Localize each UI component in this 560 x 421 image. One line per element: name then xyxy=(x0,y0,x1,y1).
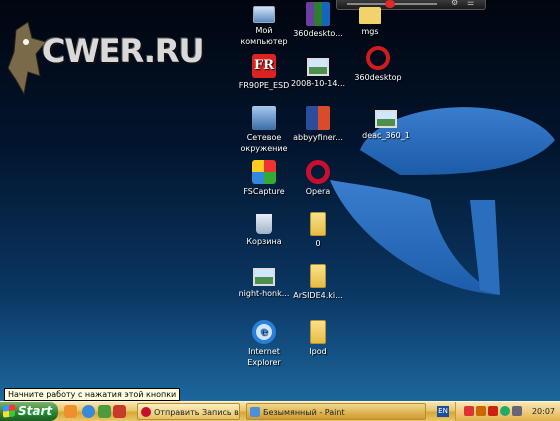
start-button[interactable]: Start xyxy=(0,402,58,421)
desktop-icon-night-honk[interactable]: night-honk... xyxy=(234,264,294,299)
desktop-icon-360desktop[interactable]: 360desktop xyxy=(348,46,408,83)
folder-icon xyxy=(310,212,326,236)
desktop-icon-arside4[interactable]: ArSIDE4.ki... xyxy=(288,264,348,301)
quicklaunch-app2-icon[interactable] xyxy=(113,405,126,418)
desktop-icon-internet-explorer[interactable]: e Internet Explorer xyxy=(234,320,294,368)
desktop-icon-0[interactable]: 0 xyxy=(288,212,348,249)
start-label: Start xyxy=(18,404,53,418)
fr-app-icon: FR xyxy=(252,54,276,78)
start-tooltip: Начните работу с нажатия этой кнопки xyxy=(4,388,181,401)
task-label: Отправить Запись в ... xyxy=(154,408,240,417)
menu-icon[interactable]: ☰ xyxy=(467,0,474,7)
taskbar-item-paint[interactable]: Безымянный - Paint xyxy=(246,403,426,420)
image-file-icon xyxy=(375,110,397,128)
desktop-icon-abbyyfiner[interactable]: abbyyfiner... xyxy=(288,106,348,143)
network-icon xyxy=(252,106,276,130)
quicklaunch-app-icon[interactable] xyxy=(98,405,111,418)
brand-logo: CWER.RU xyxy=(0,20,220,110)
tray-kaspersky-icon[interactable] xyxy=(488,406,498,416)
tray-volume-icon[interactable] xyxy=(512,406,522,416)
trash-icon xyxy=(256,214,272,234)
quicklaunch-browser-icon[interactable] xyxy=(82,405,95,418)
desktop-icon-network[interactable]: Сетевое окружение xyxy=(234,106,294,154)
desktop-icon-360deskto[interactable]: 360deskto... xyxy=(288,2,348,39)
desktop-icon-recycle-bin[interactable]: Корзина xyxy=(234,212,294,247)
desktop-icon-my-computer[interactable]: Мой компьютер xyxy=(234,2,294,47)
computer-icon xyxy=(253,6,275,23)
desktop-icon-opera[interactable]: Opera xyxy=(288,160,348,197)
system-tray: 20:07 xyxy=(455,402,560,421)
desktop-icon-deac-360[interactable]: deac_360_1 xyxy=(356,106,416,141)
task-label: Безымянный - Paint xyxy=(263,408,345,417)
folder-icon xyxy=(310,320,326,344)
tray-antivirus-icon[interactable] xyxy=(464,406,474,416)
folder-icon xyxy=(310,264,326,288)
paint-icon xyxy=(250,407,260,417)
taskbar: Start Отправить Запись в ... Безымянный … xyxy=(0,401,560,421)
desktop-icon-2008-10-14[interactable]: 2008-10-14... xyxy=(288,54,348,89)
tray-network-icon[interactable] xyxy=(500,406,510,416)
taskbar-item-opera[interactable]: Отправить Запись в ... xyxy=(137,403,240,420)
desktop-icon-fr90pe[interactable]: FR FR90PE_ESD xyxy=(234,54,294,91)
image-file-icon xyxy=(307,58,329,76)
opera-icon xyxy=(141,407,151,417)
image-file-icon xyxy=(253,268,275,286)
360desktop-icon xyxy=(366,46,390,70)
gear-icon[interactable]: ⚙ xyxy=(451,0,458,7)
opera-icon xyxy=(306,160,330,184)
fscapture-icon xyxy=(252,160,276,184)
folder-icon xyxy=(359,7,381,24)
tray-app-icon[interactable] xyxy=(476,406,486,416)
desktop-icon-ipod[interactable]: Ipod xyxy=(288,320,348,357)
brand-text: CWER.RU xyxy=(42,32,205,70)
winrar-icon xyxy=(306,2,330,26)
desktop-icon-fscapture[interactable]: FSCapture xyxy=(234,160,294,197)
clock[interactable]: 20:07 xyxy=(532,402,555,421)
language-indicator[interactable]: EN xyxy=(437,406,449,417)
desktop-icon-mgs[interactable]: mgs xyxy=(340,2,400,37)
abbyy-icon xyxy=(306,106,330,130)
quicklaunch-firefox-icon[interactable] xyxy=(64,405,77,418)
windows-logo-icon xyxy=(3,404,15,418)
internet-explorer-icon: e xyxy=(252,320,276,344)
